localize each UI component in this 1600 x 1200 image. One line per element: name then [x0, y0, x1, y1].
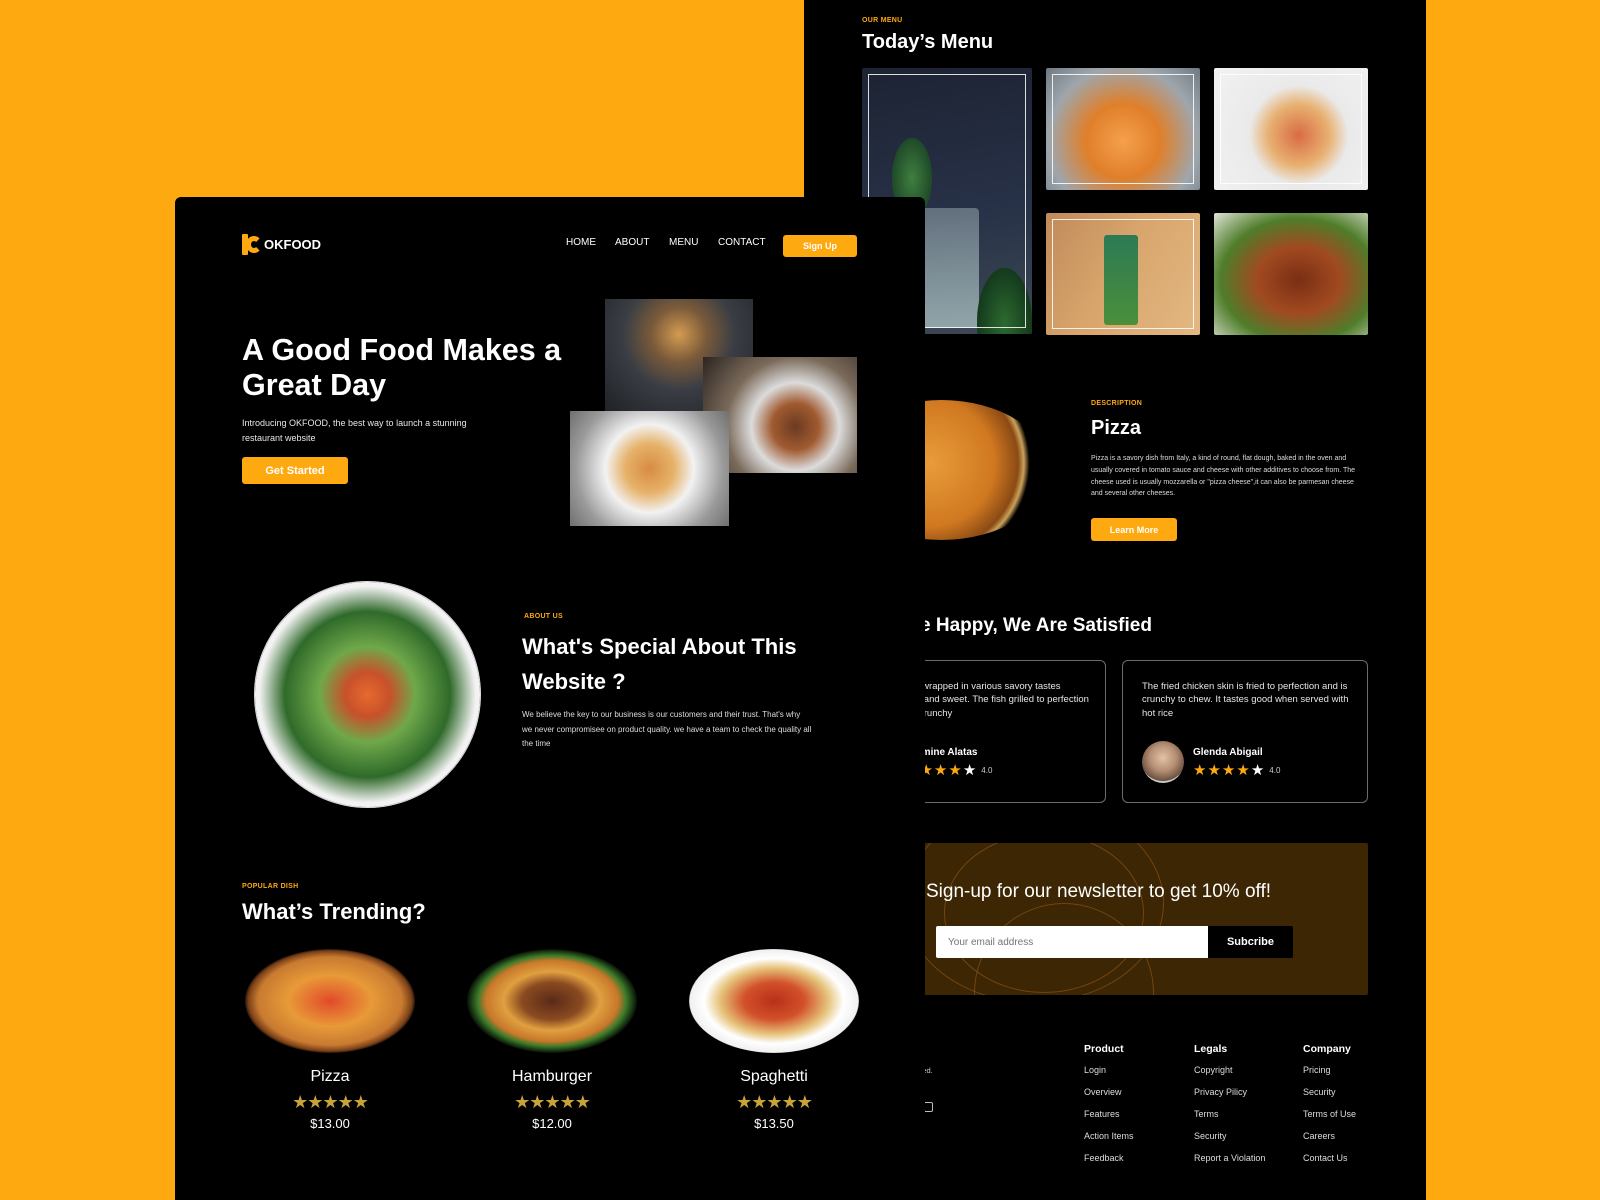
star-empty-icon: ★	[962, 762, 977, 779]
star-icon: ★	[1236, 762, 1250, 779]
footer-link-security[interactable]: Security	[1194, 1131, 1265, 1153]
hero-subtitle: Introducing OKFOOD, the best way to laun…	[242, 418, 467, 443]
tile-frame	[1052, 74, 1194, 184]
logo-icon	[242, 234, 263, 255]
star-empty-icon: ★	[1250, 762, 1265, 779]
footer-column-product: Product Login Overview Features Action I…	[1084, 1043, 1134, 1175]
dish-price: $13.50	[754, 1116, 794, 1131]
star-icon: ★★★★★	[736, 1092, 813, 1112]
footer-link-careers[interactable]: Careers	[1303, 1131, 1356, 1153]
footer-link-feedback[interactable]: Feedback	[1084, 1153, 1134, 1175]
logo-ring	[246, 236, 262, 253]
footer-link-pricing[interactable]: Pricing	[1303, 1065, 1356, 1087]
description-eyebrow: DESCRIPTION	[1091, 400, 1143, 407]
footer-heading: Company	[1303, 1043, 1351, 1055]
footer-link-report[interactable]: Report a Violation	[1194, 1153, 1265, 1175]
star-icon: ★★★★★	[292, 1092, 369, 1112]
menu-tile-shrimp[interactable]	[1046, 68, 1200, 190]
footer-link-action-items[interactable]: Action Items	[1084, 1131, 1134, 1153]
description-text: Pizza is a savory dish from Italy, a kin…	[1091, 455, 1356, 498]
footer-link-privacy[interactable]: Privacy Pilicy	[1194, 1087, 1265, 1109]
nav-contact[interactable]: CONTACT	[718, 237, 766, 248]
email-input[interactable]	[936, 926, 1208, 958]
salmon-salad-image	[255, 582, 480, 807]
star-icon: ★	[948, 762, 962, 779]
footer-link-security[interactable]: Security	[1303, 1087, 1356, 1109]
about-eyebrow: ABOUT US	[524, 613, 563, 620]
hero-title: A Good Food Makes a Great Day	[242, 333, 562, 402]
menu-tile-pizza[interactable]	[1214, 68, 1368, 190]
dish-image	[245, 949, 415, 1053]
footer-heading: Legals	[1194, 1043, 1228, 1055]
footer-link-terms-of-use[interactable]: Terms of Use	[1303, 1109, 1356, 1131]
nav-about[interactable]: ABOUT	[615, 237, 649, 248]
tile-frame	[1052, 219, 1194, 329]
rating-value: 4.0	[981, 766, 993, 775]
learn-more-button[interactable]: Learn More	[1091, 518, 1177, 541]
testimonial-rating: ★ ★ ★ ★ ★ 4.0	[1193, 763, 1280, 778]
dish-name: Hamburger	[511, 1068, 593, 1085]
nav-menu[interactable]: MENU	[669, 237, 698, 248]
popular-eyebrow: POPULAR DISH	[242, 883, 299, 890]
popular-title: What’s Trending?	[242, 899, 426, 924]
dish-image	[467, 949, 637, 1053]
menu-tile-grilled-squid[interactable]	[1214, 213, 1368, 335]
logo[interactable]: OKFOOD	[242, 234, 321, 255]
star-icon: ★	[1207, 762, 1221, 779]
testimonial-quote: The fried chicken skin is fried to perfe…	[1142, 681, 1349, 719]
about-text: We believe the key to our business is ou…	[522, 710, 812, 748]
description-title: Pizza	[1091, 417, 1142, 439]
footer-heading: Product	[1084, 1043, 1124, 1055]
footer-link-login[interactable]: Login	[1084, 1065, 1134, 1087]
menu-eyebrow: OUR MENU	[862, 17, 903, 24]
testimonials-title: e Happy, We Are Satisfied	[920, 615, 1152, 636]
footer-column-legals: Legals Copyright Privacy Pilicy Terms Se…	[1194, 1043, 1265, 1175]
dish-card[interactable]: Pizza ★★★★★ $13.00	[240, 949, 420, 1131]
dish-price: $13.00	[310, 1116, 350, 1131]
dish-name: Spaghetti	[740, 1068, 808, 1085]
star-icon: ★★★★★	[514, 1092, 591, 1112]
subscribe-button[interactable]: Subcribe	[1208, 926, 1293, 958]
dish-name: Pizza	[310, 1068, 350, 1085]
footer-link-features[interactable]: Features	[1084, 1109, 1134, 1131]
star-icon: ★	[1221, 762, 1236, 779]
hero-photo-pasta	[570, 411, 729, 526]
footer-column-company: Company Pricing Security Terms of Use Ca…	[1303, 1043, 1356, 1175]
testimonial-name: Glenda Abigail	[1193, 747, 1263, 758]
rating-value: 4.0	[1269, 766, 1281, 775]
front-page-preview: OKFOOD HOME ABOUT MENU CONTACT Sign Up A…	[175, 197, 925, 1200]
dish-card[interactable]: Hamburger ★★★★★ $12.00	[462, 949, 642, 1131]
footer-link-copyright[interactable]: Copyright	[1194, 1065, 1265, 1087]
get-started-button[interactable]: Get Started	[242, 457, 348, 484]
about-title: What's Special About This Website ?	[522, 634, 797, 694]
tile-frame	[1220, 74, 1362, 184]
nav-home[interactable]: HOME	[566, 237, 596, 248]
dish-rating: ★★★★★	[240, 1092, 420, 1113]
avatar	[1142, 741, 1184, 783]
menu-tile-green-juice[interactable]	[1046, 213, 1200, 335]
star-icon: ★	[933, 762, 948, 779]
dish-image	[689, 949, 859, 1053]
menu-title: Today’s Menu	[862, 31, 994, 53]
testimonial-card: The fried chicken skin is fried to perfe…	[1122, 660, 1368, 803]
dish-rating: ★★★★★	[684, 1092, 864, 1113]
newsletter-title: Sign-up for our newsletter to get 10% of…	[926, 881, 1272, 902]
dish-price: $12.00	[532, 1116, 572, 1131]
logo-text: OKFOOD	[264, 237, 322, 252]
dish-rating: ★★★★★	[462, 1092, 642, 1113]
footer-link-overview[interactable]: Overview	[1084, 1087, 1134, 1109]
star-icon: ★	[1193, 762, 1207, 779]
footer-link-terms[interactable]: Terms	[1194, 1109, 1265, 1131]
sign-up-button[interactable]: Sign Up	[783, 235, 857, 257]
dish-card[interactable]: Spaghetti ★★★★★ $13.50	[684, 949, 864, 1131]
footer-link-contact[interactable]: Contact Us	[1303, 1153, 1356, 1175]
